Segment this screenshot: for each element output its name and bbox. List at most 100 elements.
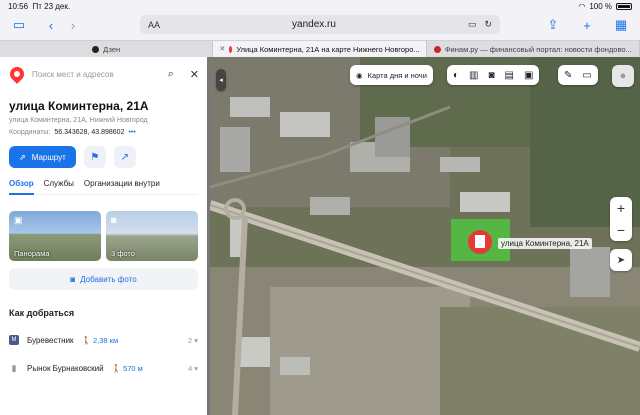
route-label: Маршрут: [31, 152, 66, 162]
search-input[interactable]: Поиск мест и адресов: [32, 70, 160, 79]
stop-count-value: 4: [187, 363, 193, 373]
tab-finam[interactable]: Финам.ру — финансовый портал: новости фо…: [427, 41, 640, 57]
zoom-control: + −: [610, 197, 632, 241]
url-host[interactable]: yandex.ru: [292, 19, 336, 30]
locate-button[interactable]: ➤: [610, 249, 632, 271]
stop-count-value: 2: [187, 335, 193, 345]
traffic-layer-icon[interactable]: ▣: [524, 70, 533, 81]
camera-plus-icon: ◙: [70, 274, 76, 284]
ruler-bar: ✎ ▭: [558, 65, 598, 85]
bookmark-icon: ⚑: [90, 151, 100, 163]
panorama-thumbnail[interactable]: ▣ Панорама: [9, 211, 101, 261]
profile-button[interactable]: ●: [612, 65, 634, 87]
battery-text: 100 %: [589, 1, 612, 11]
place-panel: Поиск мест и адресов ⌕ ✕ улица Коминтерн…: [0, 57, 207, 415]
coords-label: Координаты:: [9, 129, 51, 136]
status-date: Пт 23 дек.: [32, 1, 71, 11]
satellite-map[interactable]: ◂ ◉ Карта дня и ночи ◐ ▥ ◙ ▤ ▣ ✎ ▭ ● ули…: [210, 57, 640, 415]
stop-name: Буревестник: [27, 335, 74, 345]
tab-label: Финам.ру — финансовый портал: новости фо…: [444, 44, 632, 54]
share-icon: ↗: [120, 151, 129, 163]
share-button[interactable]: ↗: [113, 146, 136, 168]
layers-mode-icon[interactable]: ◐: [453, 70, 459, 81]
metro-icon: М: [9, 335, 19, 345]
stop-distance: 🚶 2,38 км: [81, 335, 119, 345]
stop-distance: 🚶 570 м: [111, 363, 143, 373]
bookmark-button[interactable]: ⚑: [83, 146, 106, 168]
add-photo-button[interactable]: ◙ Добавить фото: [9, 268, 198, 290]
tab-yandex-maps[interactable]: ✕ Улица Коминтерна, 21А на карте Нижнего…: [213, 41, 427, 57]
new-tab-icon[interactable]: +: [576, 16, 598, 34]
photos-thumbnail[interactable]: ◙ 3 фото: [106, 211, 198, 261]
stop-count: 2 ▾: [187, 335, 198, 345]
ruler-icon[interactable]: ✎: [564, 70, 572, 81]
layers-icon: ◉: [356, 70, 363, 80]
tab-services[interactable]: Службы: [44, 179, 74, 188]
camera-layer-icon[interactable]: ◙: [489, 70, 495, 81]
map-pin-icon: [7, 64, 27, 84]
finam-favicon-icon: [433, 45, 441, 53]
reload-icon[interactable]: ↻: [484, 19, 492, 30]
share-icon[interactable]: ⇪: [542, 16, 564, 34]
map-toggle-button[interactable]: ◂: [216, 69, 226, 91]
map-layers-bar: ◐ ▥ ◙ ▤ ▣: [447, 65, 540, 85]
photos-caption: 3 фото: [111, 249, 135, 258]
sidebar-toggle-icon[interactable]: ▭: [8, 16, 30, 34]
bus-stop-icon: ▮: [11, 362, 17, 373]
avatar-icon: ●: [619, 70, 627, 82]
action-buttons: ⇗ Маршрут ⚑ ↗: [9, 146, 198, 168]
address-bar[interactable]: AA yandex.ru ▭ ↻: [140, 15, 500, 34]
panorama-layer-icon[interactable]: ▥: [469, 70, 478, 81]
search-bar[interactable]: Поиск мест и адресов ⌕ ✕: [7, 63, 199, 85]
satellite-imagery: [210, 57, 640, 415]
tab-label: Дзен: [103, 44, 121, 54]
extension-icon[interactable]: ▭: [468, 19, 477, 30]
collapse-icon: ◂: [219, 77, 223, 84]
photo-strip: ▣ Панорама ◙ 3 фото: [9, 211, 198, 261]
reader-settings-button[interactable]: AA: [148, 20, 160, 30]
day-night-button[interactable]: ◉ Карта дня и ночи: [350, 65, 433, 85]
list-item[interactable]: М Буревестник 🚶 2,38 км 2 ▾: [9, 326, 198, 354]
add-photo-label: Добавить фото: [80, 274, 137, 284]
coords-value[interactable]: 56.343628, 43.898602: [54, 129, 124, 136]
panorama-caption: Панорама: [14, 249, 50, 258]
panel-tabs: Обзор Службы Организации внутри: [9, 179, 198, 195]
close-tab-icon[interactable]: ✕: [219, 45, 225, 53]
coordinates: Координаты: 56.343628, 43.898602 •••: [9, 129, 198, 136]
zoom-in-button[interactable]: +: [617, 197, 625, 219]
route-icon: ⇗: [19, 152, 26, 162]
tab-organizations[interactable]: Организации внутри: [84, 179, 160, 188]
tab-label: Улица Коминтерна, 21А на карте Нижнего Н…: [236, 44, 420, 54]
print-icon[interactable]: ▭: [582, 70, 591, 81]
tab-bar: Дзен ✕ Улица Коминтерна, 21А на карте Ни…: [0, 40, 640, 57]
dzen-favicon-icon: [92, 45, 100, 53]
location-arrow-icon: ➤: [616, 254, 626, 266]
back-icon[interactable]: ‹: [40, 16, 62, 34]
search-icon[interactable]: ⌕: [168, 68, 174, 81]
tab-overview-icon[interactable]: ▦: [610, 16, 632, 34]
battery-icon: [616, 2, 632, 10]
route-button[interactable]: ⇗ Маршрут: [9, 146, 76, 168]
stop-count: 4 ▾: [187, 363, 198, 373]
zoom-out-button[interactable]: −: [617, 219, 625, 241]
tab-dzen[interactable]: Дзен: [0, 41, 214, 57]
place-title: улица Коминтерна, 21А: [9, 99, 149, 113]
close-icon[interactable]: ✕: [190, 68, 199, 81]
list-item[interactable]: ▮ Рынок Бурнаковский 🚶 570 м 4 ▾: [9, 354, 198, 382]
forward-icon[interactable]: ›: [62, 16, 84, 34]
tab-overview[interactable]: Обзор: [9, 179, 34, 195]
status-bar: 10:56 Пт 23 дек. ◠ 100 %: [0, 0, 640, 12]
place-address: улица Коминтерна, 21А, Нижний Новгород: [9, 117, 148, 124]
camera-icon: ◙: [111, 215, 117, 225]
place-label[interactable]: улица Коминтерна, 21А: [498, 238, 592, 249]
stop-distance-value: 570 м: [123, 363, 143, 373]
stop-name: Рынок Бурнаковский: [27, 363, 104, 373]
transport-layer-icon[interactable]: ▤: [505, 70, 514, 81]
maps-favicon-icon: [229, 45, 233, 53]
more-icon[interactable]: •••: [128, 129, 135, 136]
panorama-icon: ▣: [14, 215, 23, 225]
day-night-label: Карта дня и ночи: [367, 70, 427, 80]
directions-heading: Как добраться: [9, 308, 75, 318]
status-time: 10:56: [8, 1, 29, 11]
wifi-icon: ◠: [578, 1, 586, 11]
